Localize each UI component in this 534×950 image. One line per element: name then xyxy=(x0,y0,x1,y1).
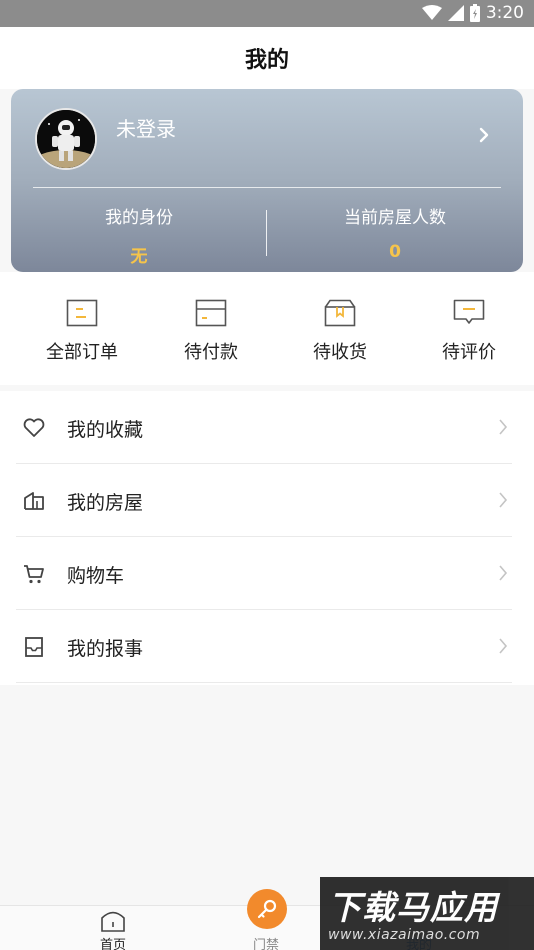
pending-review-button[interactable]: 待评价 xyxy=(404,298,534,364)
home-icon xyxy=(101,911,125,932)
pending-delivery-icon xyxy=(275,298,405,328)
identity-stat: 我的身份 无 xyxy=(11,203,267,267)
chevron-right-icon xyxy=(498,418,508,440)
pending-delivery-label: 待收货 xyxy=(313,342,367,363)
identity-value: 无 xyxy=(130,247,148,267)
key-button[interactable] xyxy=(247,889,287,929)
pending-review-icon xyxy=(404,298,534,328)
cart-icon xyxy=(22,562,46,586)
signal-icon xyxy=(447,5,464,21)
tab-label: 首页 xyxy=(99,938,126,950)
wifi-icon xyxy=(421,5,442,21)
key-icon xyxy=(257,899,277,919)
identity-label: 我的身份 xyxy=(105,208,173,228)
menu-item-label: 我的报事 xyxy=(67,638,144,660)
status-bar: 3:20 xyxy=(0,0,534,27)
orders-row: 全部订单 待付款 待收货 待评价 xyxy=(0,272,534,385)
status-time: 3:20 xyxy=(485,3,524,23)
occupants-label: 当前房屋人数 xyxy=(344,208,446,228)
chevron-right-icon xyxy=(498,491,508,513)
chevron-right-icon[interactable] xyxy=(478,127,490,147)
card-divider xyxy=(33,187,501,188)
watermark: 下载马应用 www.xiazaimao.com xyxy=(320,877,534,950)
chevron-right-icon xyxy=(498,637,508,659)
watermark-url: www.xiazaimao.com xyxy=(328,927,481,943)
battery-icon xyxy=(469,4,480,22)
menu-item-label: 购物车 xyxy=(67,565,125,587)
avatar[interactable] xyxy=(35,108,97,170)
menu-item-label: 我的收藏 xyxy=(67,419,144,441)
occupants-value: 0 xyxy=(389,242,401,262)
page-header: 我的 xyxy=(0,27,534,89)
menu-item-reports[interactable]: 我的报事 xyxy=(16,610,512,683)
login-status[interactable]: 未登录 xyxy=(116,113,176,142)
pending-payment-icon xyxy=(146,298,276,328)
pending-payment-button[interactable]: 待付款 xyxy=(146,298,276,364)
pending-delivery-button[interactable]: 待收货 xyxy=(275,298,405,364)
inbox-icon xyxy=(22,635,46,659)
pending-review-label: 待评价 xyxy=(442,342,496,363)
menu-item-cart[interactable]: 购物车 xyxy=(16,537,512,610)
pending-payment-label: 待付款 xyxy=(184,342,238,363)
house-icon xyxy=(22,489,46,513)
profile-card[interactable]: 未登录 我的身份 无 当前房屋人数 0 xyxy=(11,89,523,272)
astronaut-avatar-icon xyxy=(37,110,95,168)
menu-item-label: 我的房屋 xyxy=(67,492,144,514)
menu-list: 我的收藏 我的房屋 购物车 我的报事 xyxy=(0,391,534,685)
menu-item-favorites[interactable]: 我的收藏 xyxy=(16,391,512,464)
page-title: 我的 xyxy=(244,48,289,73)
tab-label: 门禁 xyxy=(252,938,279,950)
chevron-right-icon xyxy=(498,564,508,586)
menu-item-house[interactable]: 我的房屋 xyxy=(16,464,512,537)
all-orders-button[interactable]: 全部订单 xyxy=(17,298,147,364)
all-orders-icon xyxy=(17,298,147,328)
watermark-title: 下载马应用 xyxy=(328,888,498,927)
heart-icon xyxy=(22,416,46,440)
occupants-stat: 当前房屋人数 0 xyxy=(267,203,523,262)
all-orders-label: 全部订单 xyxy=(46,342,118,363)
